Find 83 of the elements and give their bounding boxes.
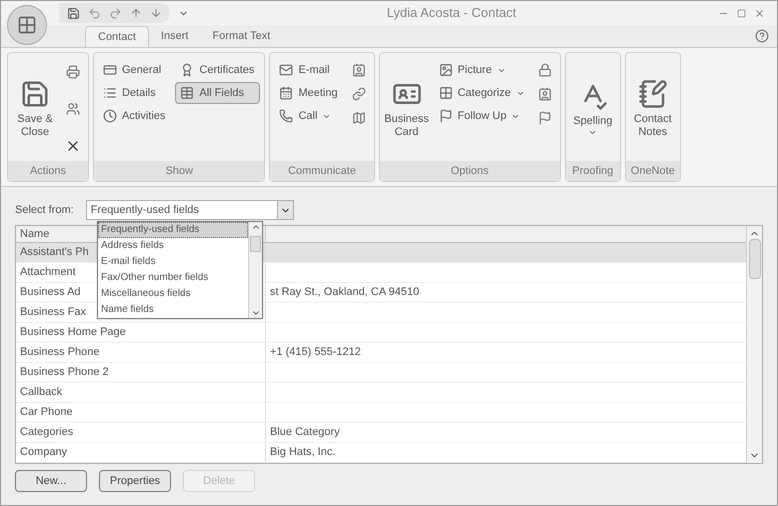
field-select[interactable]: Frequently-used fields (86, 200, 294, 220)
table-cell-text: +1 (415) 555-1212 (269, 345, 362, 360)
ribbon-button[interactable]: All Fields (175, 82, 260, 104)
ribbon-button[interactable]: General (98, 59, 172, 81)
ribbon-large-button[interactable]: Spelling (570, 57, 616, 160)
scrollbar[interactable] (746, 226, 762, 463)
table-row[interactable]: Callback (16, 383, 746, 403)
contact-icon[interactable] (538, 87, 552, 101)
printer-icon[interactable] (66, 65, 80, 79)
ribbon-tab[interactable]: Insert (148, 26, 200, 47)
phone-icon (279, 109, 294, 123)
table-cell: Company (16, 443, 266, 462)
save-icon (20, 78, 50, 109)
list-icon (103, 86, 117, 100)
maximize-icon[interactable] (737, 8, 746, 18)
group-label: Actions (8, 160, 88, 181)
table-cell-text: Big Hats, Inc. (269, 445, 336, 460)
ribbon-button[interactable]: Details (98, 82, 172, 104)
people-icon[interactable] (66, 102, 80, 116)
ribbon-button[interactable]: Categorize (434, 82, 530, 104)
dialog-button[interactable]: Properties (99, 470, 171, 492)
grid-icon (438, 86, 453, 100)
ribbon-large-button[interactable]: Contact Notes (630, 57, 676, 160)
table-cell: Business Home Page (16, 323, 266, 342)
table-row[interactable]: Business Phone 2 (16, 363, 746, 383)
picture-icon (438, 63, 453, 77)
ribbon-button[interactable]: Activities (98, 105, 172, 127)
table-cell: Car Phone (16, 403, 266, 422)
table-icon (180, 86, 194, 100)
help-icon[interactable] (755, 29, 769, 43)
down-arrow-icon[interactable] (150, 7, 162, 19)
dropdown-option[interactable]: Name fields (98, 302, 248, 318)
table-cell: Business Phone (16, 343, 266, 362)
dropdown-option[interactable]: Frequently-used fields (98, 222, 248, 238)
group-label: Show (94, 160, 264, 181)
scroll-thumb[interactable] (250, 236, 261, 252)
link-icon[interactable] (352, 87, 366, 101)
table-row[interactable]: Car Phone (16, 403, 746, 423)
group-label: OneNote (626, 160, 680, 181)
map-icon[interactable] (352, 111, 366, 125)
table-row[interactable]: Business Home Page (16, 323, 746, 343)
table-row[interactable]: Business Phone +1 (415) 555-1212 (16, 343, 746, 363)
ribbon-button[interactable]: Certificates (175, 59, 260, 81)
scroll-thumb[interactable] (748, 239, 760, 279)
group-label: Options (380, 160, 560, 181)
clock-icon (103, 109, 117, 123)
flag-icon (438, 109, 453, 123)
undo-icon[interactable] (88, 6, 101, 20)
ribbon-button[interactable]: Follow Up (434, 105, 530, 127)
flag-icon[interactable] (538, 111, 552, 125)
ribbon-tab[interactable]: Contact (85, 26, 149, 47)
ribbon-button[interactable]: Call (274, 105, 344, 127)
ribbon-button[interactable]: Meeting (274, 82, 344, 104)
card-icon (103, 63, 117, 77)
notebook-icon (638, 78, 668, 109)
close-icon[interactable] (754, 8, 765, 18)
table-cell: Business Phone 2 (16, 363, 266, 382)
dialog-button[interactable]: New... (15, 470, 87, 492)
calendar-icon (279, 86, 294, 100)
ribbon-large-button[interactable]: Business Card (384, 57, 430, 160)
table-row[interactable]: Categories Blue Category (16, 423, 746, 443)
table-cell-text: Blue Category (269, 425, 341, 440)
office-logo-icon (17, 15, 37, 35)
dropdown-scrollbar[interactable] (248, 222, 262, 318)
ribbon-large-button[interactable]: Save & Close (12, 57, 58, 160)
group-label: Proofing (566, 160, 620, 181)
group-label: Communicate (270, 160, 374, 181)
select-label: Select from: (15, 202, 74, 218)
table-cell: Categories (16, 423, 266, 442)
ribbon-button[interactable]: Picture (434, 59, 530, 81)
table-cell: Callback (16, 383, 266, 402)
ribbon-button[interactable]: E-mail (274, 59, 344, 81)
up-arrow-icon[interactable] (130, 7, 142, 19)
table-row[interactable]: Company Big Hats, Inc. (16, 443, 746, 463)
window-title: Lydia Acosta - Contact (386, 4, 518, 22)
contact-icon[interactable] (352, 63, 366, 77)
save-icon[interactable] (67, 6, 80, 20)
table-cell-text: st Ray St., Oakland, CA 94510 (269, 285, 420, 300)
redo-icon[interactable] (109, 6, 122, 20)
lock-icon[interactable] (538, 63, 552, 77)
ribbon-tab[interactable]: Format Text (200, 26, 282, 47)
dropdown-option[interactable]: Miscellaneous fields (98, 286, 248, 302)
mail-icon (279, 63, 294, 77)
